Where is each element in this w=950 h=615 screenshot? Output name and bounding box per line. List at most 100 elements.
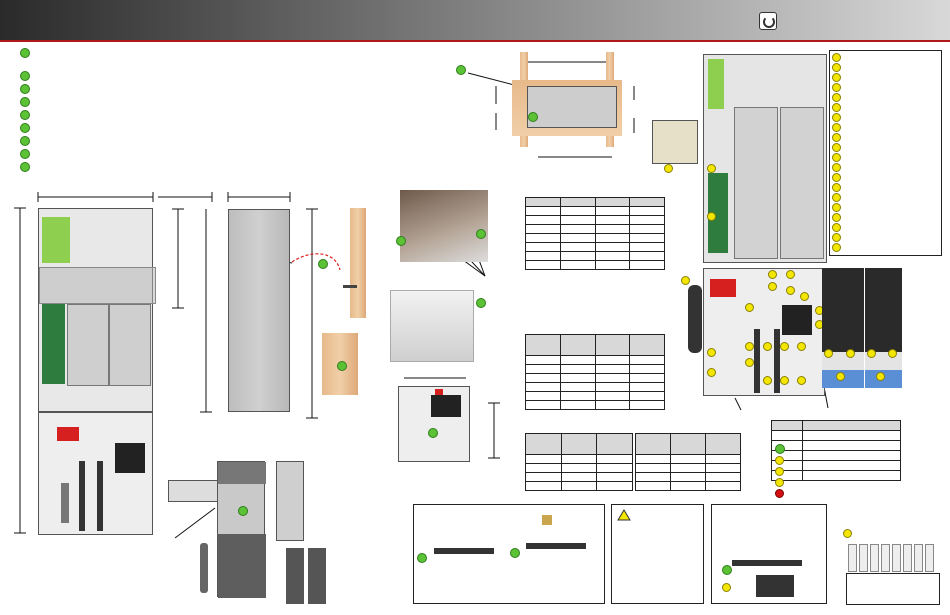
legend-yellow-dot (775, 478, 784, 487)
green-label (708, 59, 724, 109)
wood-stud (350, 208, 366, 318)
breaker (859, 544, 868, 572)
enclosure-detail-top (703, 54, 827, 263)
red-busbar (710, 279, 736, 297)
list-bullet (832, 53, 841, 62)
callout-bullet (681, 276, 690, 285)
cable-lug (732, 560, 802, 566)
breaker (881, 544, 890, 572)
callout-list-box (829, 50, 942, 256)
red-terminal (435, 389, 443, 395)
list-bullet (832, 183, 841, 192)
list-bullet (832, 83, 841, 92)
callout-bullet (800, 292, 809, 301)
breaker (870, 544, 879, 572)
legend-red-dot (775, 489, 784, 498)
vent-grille (218, 462, 266, 484)
callout-bullet (428, 428, 438, 438)
list-bullet (832, 73, 841, 82)
callout-bullet (707, 212, 716, 221)
green-label (42, 217, 70, 263)
callout-bullet (318, 259, 328, 269)
callout-bullet (780, 342, 789, 351)
list-bullet (832, 213, 841, 222)
wire-size-table (525, 334, 665, 410)
callout-bullet (722, 583, 731, 592)
dc-cable (79, 461, 85, 531)
list-bullet (832, 163, 841, 172)
enclosure-front-top (38, 208, 156, 412)
callout-bullet (836, 372, 845, 381)
callout-bullet (528, 112, 538, 122)
red-busbar (57, 427, 79, 441)
legend-green-dot (775, 444, 785, 454)
mounting-plate-top (527, 86, 617, 128)
dc-cable (754, 329, 760, 393)
dc-panel-diagram (398, 386, 470, 462)
callout-bullet (722, 565, 732, 575)
callout-bullet (745, 303, 754, 312)
dc-cable (774, 329, 780, 393)
color-legend-table (771, 420, 901, 481)
ac-breaker (115, 443, 145, 473)
inverter-left (734, 107, 778, 259)
terminal-procedure-box-1 (413, 504, 605, 604)
callout-bullet (867, 349, 876, 358)
list-bullet (832, 233, 841, 242)
main-breaker (431, 395, 461, 417)
list-bullet (832, 173, 841, 182)
callout-bullet (824, 349, 833, 358)
callout-bullet (745, 358, 754, 367)
circuit-board (42, 304, 65, 384)
legend-yellow-dot (775, 467, 784, 476)
breaker (848, 544, 857, 572)
clearance-table (525, 197, 665, 270)
side-handle (200, 543, 208, 593)
cable-lug (434, 548, 494, 554)
callout-bullet (797, 342, 806, 351)
torque-table-right (635, 433, 741, 491)
list-bullet (832, 143, 841, 152)
callout-bullet (745, 342, 754, 351)
mount-screw (343, 285, 357, 288)
list-bullet (832, 123, 841, 132)
charge-controller-2 (865, 268, 902, 388)
bolt-head (542, 515, 552, 525)
legend-yellow-dot (775, 456, 784, 465)
callout-bullet (768, 270, 777, 279)
photo-bracket-mounting (400, 190, 488, 262)
warning-triangle-icon (617, 509, 631, 521)
list-bullet (832, 103, 841, 112)
photo-enclosure-top (390, 290, 474, 362)
callout-bullet (707, 368, 716, 377)
callout-bullet (476, 229, 486, 239)
breaker (914, 544, 923, 572)
list-bullet (832, 153, 841, 162)
callout-bullet (786, 270, 795, 279)
breaker-stack (61, 483, 69, 523)
callout-bullet (417, 553, 427, 563)
list-bullet (832, 133, 841, 142)
list-bullet (832, 243, 841, 252)
breaker (892, 544, 901, 572)
enclosure-front-bottom (38, 412, 153, 535)
inverter-right (780, 107, 824, 259)
caution-box (611, 504, 704, 604)
lower-cover (218, 534, 266, 598)
callout-bullet (510, 548, 520, 558)
callout-bullet (456, 65, 466, 75)
list-bullet (832, 193, 841, 202)
inverter-right (109, 304, 151, 386)
cable-lug (526, 543, 586, 549)
callout-bullet (707, 348, 716, 357)
list-bullet (832, 113, 841, 122)
breaker-pair-photo (286, 548, 326, 604)
bracket-photo (168, 480, 224, 502)
callout-bullet (337, 361, 347, 371)
callout-bullet (396, 236, 406, 246)
callout-bullet (763, 376, 772, 385)
breaker-label-box (846, 573, 940, 605)
dc-cable (97, 461, 103, 531)
breaker (925, 544, 934, 572)
callout-bullet (238, 506, 248, 516)
